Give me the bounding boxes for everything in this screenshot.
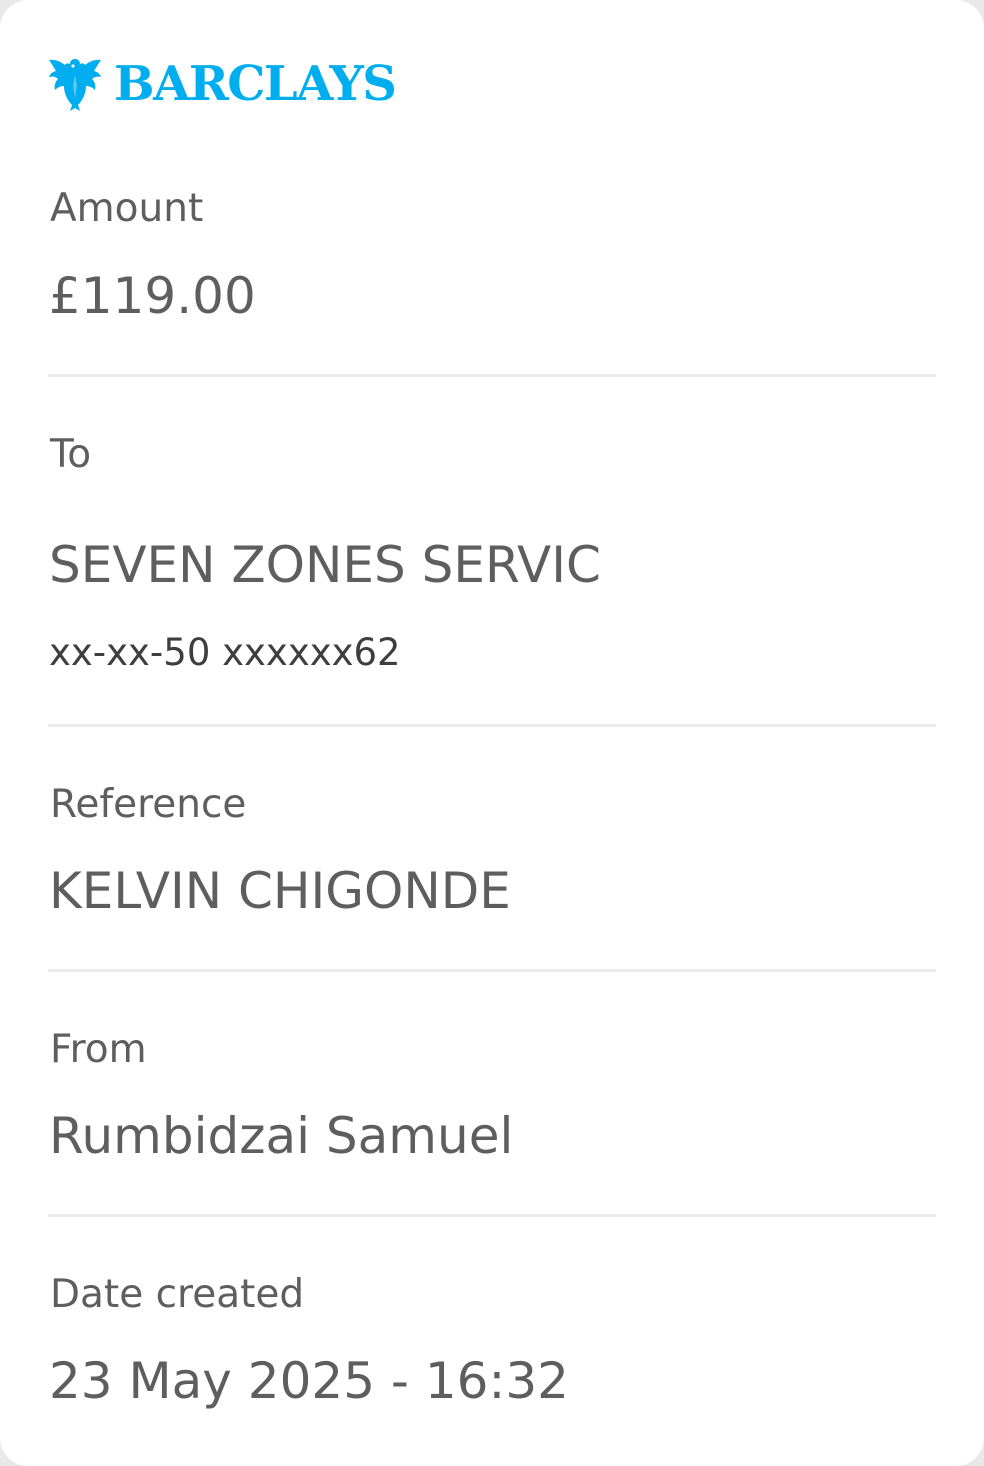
amount-label: Amount [50,186,204,231]
payee-name: SEVEN ZONES SERVIC [49,536,601,594]
amount-value: £119.00 [49,267,256,325]
from-value: Rumbidzai Samuel [49,1107,514,1165]
date-created-value: 23 May 2025 - 16:32 [49,1352,569,1410]
brand-name: BARCLAYS [114,56,397,112]
eagle-icon [48,55,102,113]
to-label: To [50,432,92,477]
payee-account: xx-xx-50 xxxxxx62 [49,631,401,674]
from-label: From [50,1027,147,1072]
date-created-label: Date created [50,1272,305,1317]
divider [48,374,936,377]
reference-value: KELVIN CHIGONDE [49,862,511,920]
payment-receipt-card: BARCLAYS Amount £119.00 To SEVEN ZONES S… [0,0,984,1466]
divider [48,724,936,727]
divider [48,1214,936,1217]
barclays-logo: BARCLAYS [48,54,397,114]
reference-label: Reference [50,782,247,827]
divider [48,969,936,972]
